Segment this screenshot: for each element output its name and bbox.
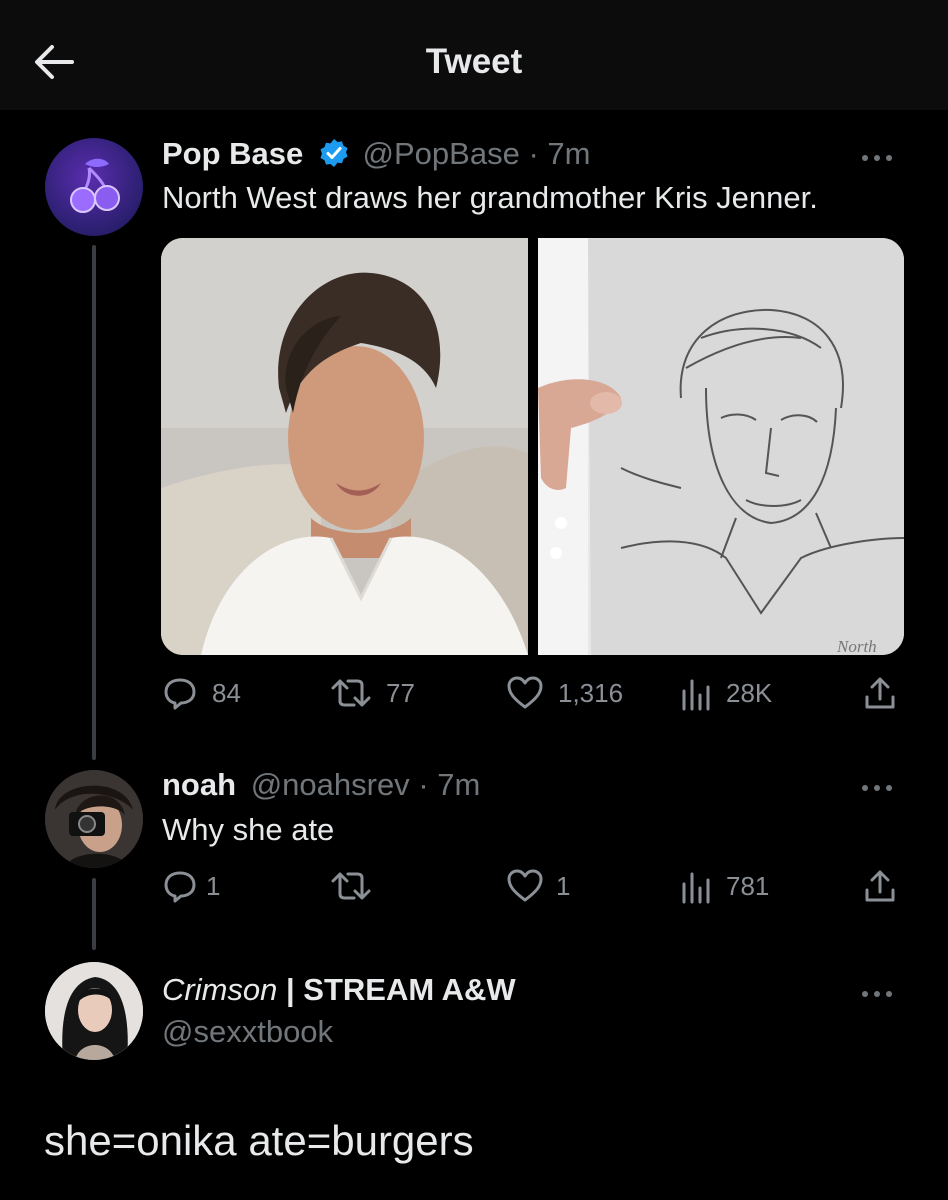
- reply-icon: [164, 871, 196, 903]
- avatar-popbase[interactable]: [45, 138, 143, 236]
- reply-text: she=onika ate=burgers: [44, 1117, 474, 1164]
- tweet-author-row: Pop Base @PopBase · 7m: [162, 136, 590, 172]
- verified-badge-icon: [320, 139, 348, 167]
- heart-icon: [507, 869, 543, 902]
- reply-handle-row: @sexxtbook: [162, 1014, 333, 1050]
- author-name[interactable]: Pop Base: [162, 136, 303, 171]
- reply-icon: [164, 678, 196, 710]
- tweet-media[interactable]: North: [161, 238, 904, 655]
- photo-kris-jenner[interactable]: [161, 238, 528, 655]
- views-chart-icon: [682, 872, 710, 904]
- share-icon: [865, 870, 895, 902]
- retweet-icon: [331, 679, 371, 707]
- share-button[interactable]: [862, 866, 898, 906]
- avatar-photo: [45, 962, 143, 1060]
- reply-text: Why she ate: [162, 812, 335, 847]
- more-options-icon[interactable]: [862, 984, 902, 1004]
- like-count: 1: [556, 870, 571, 901]
- view-count: 28K: [726, 677, 773, 708]
- author-handle[interactable]: @sexxtbook: [162, 1014, 333, 1049]
- more-options-icon[interactable]: [862, 778, 902, 798]
- views-chart-icon: [682, 679, 710, 711]
- tweet-actions: 84 77 1,316 28K: [0, 673, 948, 713]
- author-name-italic[interactable]: Crimson: [162, 972, 277, 1007]
- tweet-time: · 7m: [418, 767, 481, 802]
- reply-button[interactable]: 84: [162, 673, 241, 713]
- reply-count: 84: [212, 677, 241, 708]
- like-button[interactable]: 1: [506, 866, 570, 906]
- author-handle[interactable]: @PopBase: [363, 136, 520, 171]
- drawing-signature: North: [836, 637, 877, 655]
- top-bar: Tweet: [0, 0, 948, 110]
- cherry-logo-icon: [70, 158, 120, 213]
- author-handle[interactable]: @noahsrev: [251, 767, 410, 802]
- share-button[interactable]: [862, 673, 898, 713]
- author-name-rest[interactable]: | STREAM A&W: [277, 972, 516, 1007]
- photo-drawing[interactable]: North: [538, 238, 904, 655]
- reply-author-row: Crimson | STREAM A&W: [162, 972, 516, 1008]
- like-count: 1,316: [558, 677, 624, 708]
- share-icon: [865, 677, 895, 709]
- retweet-button[interactable]: 77: [330, 673, 415, 713]
- page-title: Tweet: [425, 42, 523, 81]
- retweet-count: 77: [386, 677, 415, 708]
- more-options-icon[interactable]: [862, 148, 902, 168]
- tweet-text: North West draws her grandmother Kris Je…: [162, 180, 818, 215]
- reply-button[interactable]: 1: [162, 866, 220, 906]
- view-count: 781: [726, 870, 770, 901]
- reply-actions: 1 1 781: [0, 866, 948, 906]
- retweet-button[interactable]: [330, 866, 372, 906]
- retweet-icon: [331, 872, 371, 900]
- tweet-time: · 7m: [528, 136, 591, 171]
- like-button[interactable]: 1,316: [506, 673, 623, 713]
- avatar-noah[interactable]: [45, 770, 143, 868]
- author-name[interactable]: noah: [162, 767, 236, 802]
- avatar-crimson[interactable]: [45, 962, 143, 1060]
- reply-count: 1: [206, 870, 221, 901]
- heart-icon: [507, 676, 543, 709]
- views-button[interactable]: 781: [680, 866, 769, 906]
- views-button[interactable]: 28K: [680, 673, 772, 713]
- avatar-photo: [45, 770, 143, 868]
- reply-author-row: noah @noahsrev · 7m: [162, 767, 480, 803]
